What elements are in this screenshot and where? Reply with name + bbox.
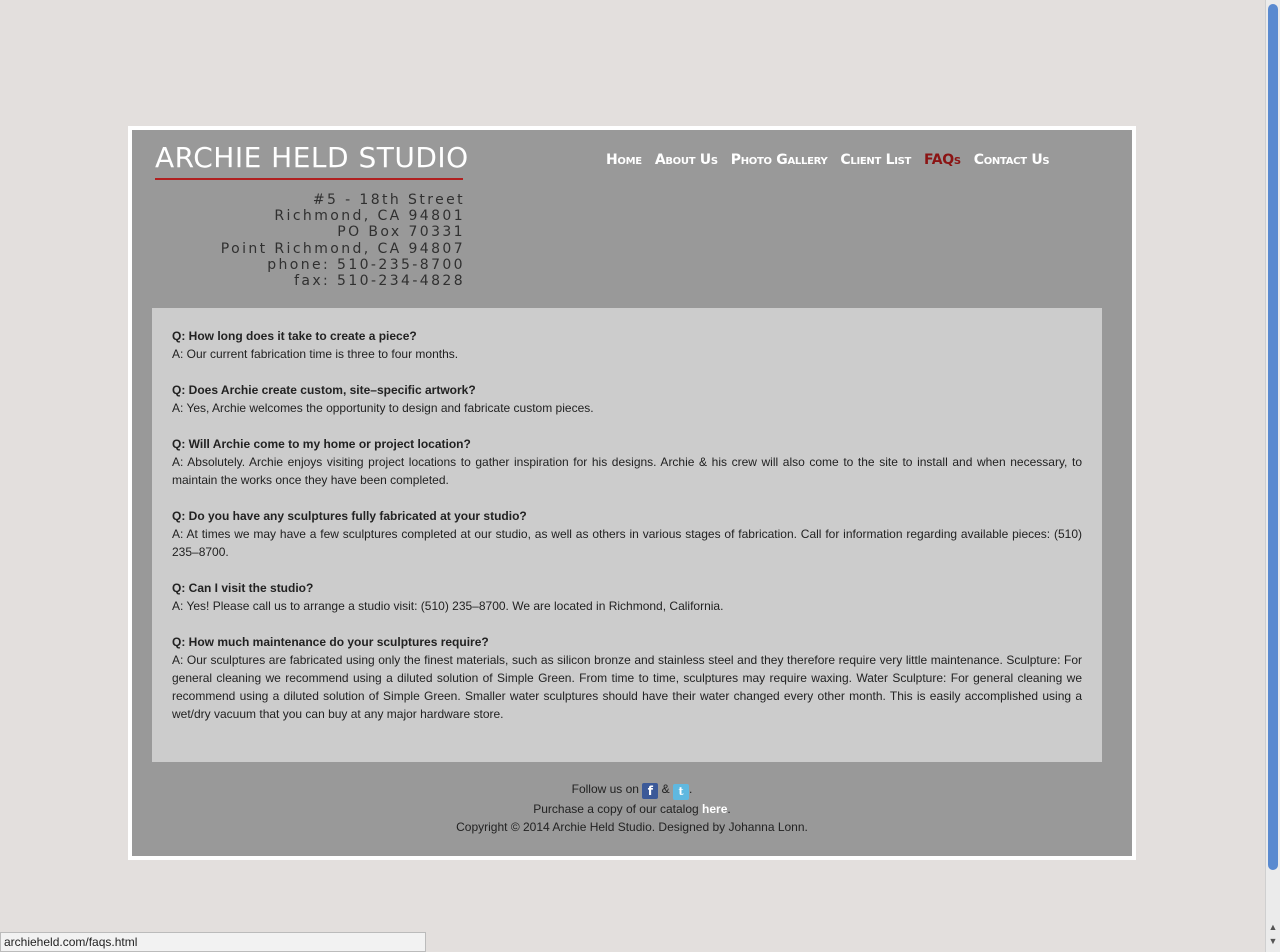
nav-faqs[interactable]: FAQs — [924, 152, 961, 168]
faq-answer: A: At times we may have a few sculptures… — [172, 527, 1082, 559]
address-block: #5 - 18th Street Richmond, CA 94801 PO B… — [152, 192, 465, 289]
faq-content: Q: How long does it take to create a pie… — [152, 308, 1102, 762]
scroll-up-arrow-icon[interactable]: ▲ — [1266, 920, 1280, 934]
status-bar: archieheld.com/faqs.html — [0, 932, 426, 952]
catalog-text: Purchase a copy of our catalog — [533, 802, 699, 816]
catalog-line: Purchase a copy of our catalog here. — [132, 800, 1132, 818]
faq-question: Q: Does Archie create custom, site–speci… — [172, 383, 476, 397]
facebook-icon[interactable]: f — [642, 783, 659, 799]
faq-item: Q: Will Archie come to my home or projec… — [172, 435, 1082, 489]
scroll-down-arrow-icon[interactable]: ▼ — [1266, 934, 1280, 948]
faq-item: Q: Do you have any sculptures fully fabr… — [172, 507, 1082, 561]
follow-text: Follow us on — [571, 782, 639, 796]
nav-contact-us[interactable]: Contact Us — [974, 152, 1050, 168]
ampersand: & — [661, 782, 670, 796]
faq-question: Q: How long does it take to create a pie… — [172, 329, 417, 343]
faq-question: Q: Can I visit the studio? — [172, 581, 314, 595]
faq-item: Q: How much maintenance do your sculptur… — [172, 633, 1082, 723]
copyright: Copyright © 2014 Archie Held Studio. Des… — [456, 820, 808, 834]
faq-question: Q: Do you have any sculptures fully fabr… — [172, 509, 527, 523]
page-frame: ARCHIE HELD STUDIO #5 - 18th Street Rich… — [128, 126, 1136, 860]
nav-about-us[interactable]: About Us — [655, 152, 718, 168]
nav-photo-gallery[interactable]: Photo Gallery — [731, 152, 828, 168]
address-fax: fax: 510-234-4828 — [294, 273, 465, 290]
follow-line: Follow us on f & t. — [132, 780, 1132, 800]
faq-answer: A: Yes, Archie welcomes the opportunity … — [172, 401, 594, 415]
nav-home[interactable]: Home — [606, 152, 642, 168]
faq-item: Q: Does Archie create custom, site–speci… — [172, 381, 1082, 417]
faq-item: Q: Can I visit the studio? A: Yes! Pleas… — [172, 579, 1082, 615]
nav-client-list[interactable]: Client List — [840, 152, 911, 168]
faq-answer: A: Yes! Please call us to arrange a stud… — [172, 599, 724, 613]
faq-question: Q: How much maintenance do your sculptur… — [172, 635, 489, 649]
twitter-icon[interactable]: t — [673, 784, 690, 800]
faq-answer: A: Our current fabrication time is three… — [172, 347, 459, 361]
catalog-period: . — [727, 802, 731, 816]
address-line: #5 - 18th Street — [312, 192, 465, 208]
main-nav: Home About Us Photo Gallery Client List … — [606, 152, 1050, 168]
logo[interactable]: ARCHIE HELD STUDIO — [155, 140, 468, 180]
page-panel: ARCHIE HELD STUDIO #5 - 18th Street Rich… — [132, 130, 1132, 856]
vertical-scrollbar[interactable]: ▲ ▼ — [1265, 0, 1280, 952]
faq-item: Q: How long does it take to create a pie… — [172, 327, 1082, 363]
faq-question: Q: Will Archie come to my home or projec… — [172, 437, 471, 451]
logo-rule — [155, 178, 463, 180]
address-phone: phone: 510-235-8700 — [267, 256, 465, 273]
faq-answer: A: Absolutely. Archie enjoys visiting pr… — [172, 455, 1082, 487]
follow-period: . — [689, 782, 693, 796]
faq-answer: A: Our sculptures are fabricated using o… — [172, 653, 1082, 721]
footer: Follow us on f & t. Purchase a copy of o… — [132, 780, 1132, 836]
logo-title[interactable]: ARCHIE HELD STUDIO — [155, 140, 468, 176]
address-line: PO Box 70331 — [337, 224, 465, 241]
address-line: Richmond, CA 94801 — [274, 208, 465, 225]
address-line: Point Richmond, CA 94807 — [220, 240, 465, 257]
catalog-link[interactable]: here — [702, 802, 727, 816]
scrollbar-thumb[interactable] — [1268, 4, 1278, 870]
